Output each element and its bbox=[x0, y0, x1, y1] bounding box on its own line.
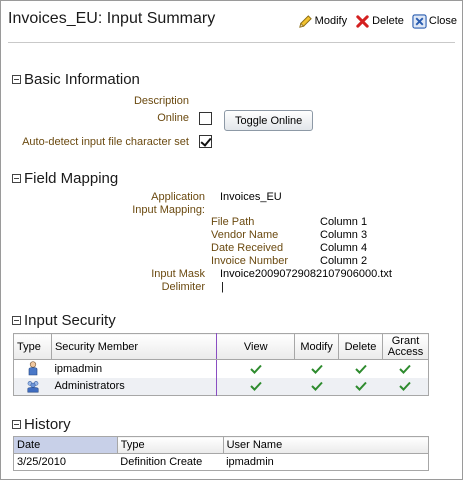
column-header-grant-access[interactable]: Grant Access bbox=[381, 333, 430, 360]
view-check-cell bbox=[216, 377, 295, 396]
check-icon bbox=[354, 364, 367, 374]
mapping-column: Column 3 bbox=[320, 229, 368, 241]
type-cell bbox=[14, 360, 52, 378]
basic-info-title: Basic Information bbox=[24, 71, 140, 88]
check-icon bbox=[250, 364, 262, 374]
modify-check-cell bbox=[294, 377, 339, 396]
autodetect-label: Auto-detect input file character set bbox=[22, 136, 189, 148]
mapping-field: Date Received bbox=[211, 242, 284, 254]
column-header-security-member[interactable]: Security Member bbox=[50, 333, 218, 360]
online-checkbox[interactable] bbox=[199, 112, 212, 125]
close-window-icon bbox=[412, 13, 427, 29]
column-header-type[interactable]: Type bbox=[116, 436, 224, 454]
grant-check-cell bbox=[382, 360, 428, 378]
column-header-date[interactable]: Date bbox=[13, 436, 118, 454]
pencil-icon bbox=[298, 14, 312, 28]
security-member-cell: Administrators bbox=[51, 377, 218, 396]
autodetect-checkbox[interactable] bbox=[199, 135, 212, 148]
mapping-column: Column 1 bbox=[320, 216, 368, 228]
history-user-cell: ipmadmin bbox=[226, 456, 274, 468]
field-mapping-header: Field Mapping bbox=[12, 170, 118, 187]
collapse-input-security-icon[interactable] bbox=[12, 316, 21, 325]
user-icon bbox=[28, 361, 38, 376]
input-security-header: Input Security bbox=[12, 312, 116, 329]
description-label: Description bbox=[133, 95, 189, 107]
close-button[interactable]: Close bbox=[412, 13, 457, 29]
delimiter-value: | bbox=[221, 281, 224, 293]
check-icon bbox=[310, 382, 323, 392]
application-value: Invoices_EU bbox=[220, 191, 282, 203]
column-header-user-name[interactable]: User Name bbox=[222, 436, 430, 454]
history-title: History bbox=[24, 416, 71, 433]
type-cell bbox=[13, 377, 52, 396]
grant-check-cell bbox=[382, 377, 429, 396]
basic-info-header: Basic Information bbox=[12, 71, 140, 88]
collapse-history-icon[interactable] bbox=[12, 420, 21, 429]
toggle-online-button[interactable]: Toggle Online bbox=[224, 110, 314, 131]
delete-check-cell bbox=[338, 377, 383, 396]
mapping-field: Vendor Name bbox=[211, 229, 279, 241]
modify-label: Modify bbox=[314, 15, 348, 27]
history-type-cell: Definition Create bbox=[120, 456, 203, 468]
column-header-type[interactable]: Type bbox=[13, 333, 52, 360]
delete-button[interactable]: Delete bbox=[355, 14, 404, 29]
input-mapping-label: Input Mapping: bbox=[132, 204, 205, 216]
table-row[interactable]: Administrators bbox=[13, 377, 429, 396]
security-member-cell: ipmadmin bbox=[51, 359, 218, 378]
application-label: Application bbox=[151, 191, 205, 203]
delete-label: Delete bbox=[372, 15, 404, 27]
check-icon bbox=[354, 382, 367, 392]
history-header-row: Date Type User Name bbox=[13, 436, 430, 454]
column-header-delete[interactable]: Delete bbox=[338, 333, 383, 360]
security-header-row: Type Security Member View Modify Delete … bbox=[13, 333, 430, 360]
modify-button[interactable]: Modify bbox=[298, 14, 347, 29]
check-icon bbox=[250, 382, 262, 392]
group-icon bbox=[27, 380, 39, 393]
check-icon bbox=[399, 382, 411, 392]
collapse-field-mapping-icon[interactable] bbox=[12, 174, 21, 183]
table-row[interactable]: 3/25/2010 Definition Create ipmadmin bbox=[14, 454, 429, 471]
history-date-cell: 3/25/2010 bbox=[17, 456, 66, 468]
check-icon bbox=[310, 364, 323, 374]
column-header-view[interactable]: View bbox=[216, 333, 296, 360]
history-header: History bbox=[12, 416, 71, 433]
delimiter-label: Delimiter bbox=[161, 281, 205, 293]
mapping-field: File Path bbox=[211, 216, 255, 228]
input-mask-value: Invoice20090729082107906000.txt bbox=[220, 268, 392, 280]
column-header-modify[interactable]: Modify bbox=[294, 333, 340, 360]
page-title: Invoices_EU: Input Summary bbox=[8, 10, 216, 27]
mapping-field: Invoice Number bbox=[211, 255, 289, 267]
input-mask-label: Input Mask bbox=[151, 268, 205, 280]
title-divider bbox=[8, 42, 455, 43]
online-label: Online bbox=[157, 112, 189, 124]
collapse-basic-info-icon[interactable] bbox=[12, 75, 21, 84]
view-check-cell bbox=[217, 360, 295, 378]
red-x-icon bbox=[356, 14, 369, 28]
delete-check-cell bbox=[339, 360, 383, 378]
close-label: Close bbox=[428, 15, 457, 27]
history-table: Date Type User Name 3/25/2010 Definition… bbox=[13, 436, 430, 471]
toolbar: Modify Delete Close bbox=[290, 12, 457, 30]
mapping-column: Column 2 bbox=[320, 255, 368, 267]
check-icon bbox=[399, 364, 411, 374]
field-mapping-title: Field Mapping bbox=[24, 170, 119, 187]
input-security-title: Input Security bbox=[24, 312, 116, 329]
table-row[interactable]: ipmadmin bbox=[14, 359, 429, 378]
mapping-column: Column 4 bbox=[320, 242, 368, 254]
security-table: Type Security Member View Modify Delete … bbox=[13, 333, 430, 396]
modify-check-cell bbox=[295, 360, 339, 378]
